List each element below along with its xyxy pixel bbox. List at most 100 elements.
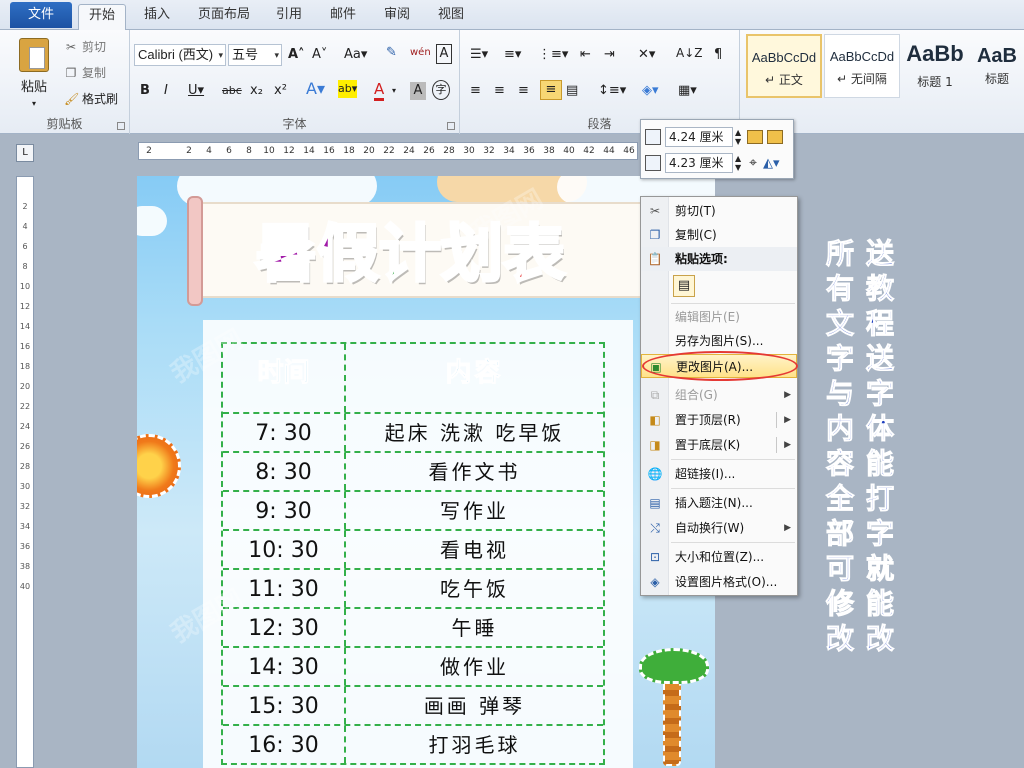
menu-item-cut[interactable]: ✂ 剪切(T) (641, 199, 797, 223)
menu-item-copy[interactable]: ❐ 复制(C) (641, 223, 797, 247)
format-painter-button[interactable]: 🖌 格式刷 (64, 90, 118, 107)
header-time[interactable]: 时间 (223, 344, 346, 412)
tab-page-layout[interactable]: 页面布局 (188, 4, 260, 30)
subscript-icon[interactable]: x₂ (250, 82, 263, 100)
multilevel-list-icon[interactable]: ⋮≡▾ (538, 46, 568, 64)
chevron-down-icon[interactable]: ▾ (392, 82, 396, 100)
change-case-icon[interactable]: Aa▾ (344, 46, 367, 64)
content-cell[interactable]: 打羽毛球 (346, 726, 603, 763)
tab-stop-selector[interactable]: L (16, 144, 34, 162)
tab-mailings[interactable]: 邮件 (320, 4, 366, 30)
numbering-icon[interactable]: ≡▾ (504, 46, 521, 64)
horizontal-ruler[interactable]: 2 2 4 6 8 10 12 14 16 18 20 22 24 26 28 30 32 34 36 38 40 42 4… (138, 142, 638, 160)
rotate-icon[interactable]: ◭▾ (763, 156, 780, 171)
page-title[interactable]: 暑假计划表 (253, 214, 566, 294)
tab-review[interactable]: 审阅 (374, 4, 420, 30)
content-cell[interactable]: 吃午饭 (346, 570, 603, 607)
paste-button[interactable]: 粘贴 ▾ (10, 36, 58, 108)
menu-item-save-as-picture[interactable]: 另存为图片(S)... (641, 329, 797, 353)
line-spacing-icon[interactable]: ↕≡▾ (598, 82, 626, 100)
underline-icon[interactable]: U▾ (188, 82, 204, 100)
crop-icon[interactable]: ⌖ (749, 155, 757, 171)
width-input[interactable]: 4.23 厘米 (665, 153, 733, 173)
send-backward-icon[interactable] (767, 130, 784, 144)
time-cell[interactable]: 8: 30 (223, 453, 346, 490)
char-border-icon[interactable]: A (436, 44, 452, 64)
menu-item-size-position[interactable]: ⊡ 大小和位置(Z)... (641, 545, 797, 569)
style-heading-1[interactable]: AaBb 标题 1 (902, 34, 968, 98)
increase-indent-icon[interactable]: ⇥ (604, 46, 615, 64)
clipboard-dialog-launcher-icon[interactable] (117, 122, 125, 130)
clear-format-icon[interactable]: ✎ (386, 44, 397, 62)
menu-item-bring-to-front[interactable]: ◧ 置于顶层(R) ▶ (641, 408, 797, 432)
width-spinner-icon[interactable]: ▲ ▼ (735, 154, 741, 172)
align-left-icon[interactable]: ≡ (470, 82, 481, 100)
menu-item-wrap-text[interactable]: ⤭ 自动换行(W) ▶ (641, 516, 797, 540)
highlight-icon[interactable]: ab▾ (338, 80, 358, 98)
menu-item-change-picture[interactable]: ▣ 更改图片(A)... (641, 354, 797, 378)
sort-icon[interactable]: A↓Z (676, 44, 702, 62)
shading-icon[interactable]: ◈▾ (642, 82, 659, 100)
show-marks-icon[interactable]: ¶ (714, 46, 722, 64)
style-no-spacing[interactable]: AaBbCcDd ↵ 无间隔 (824, 34, 900, 98)
submenu-arrow-icon[interactable]: ▶ (784, 433, 791, 457)
font-color-icon[interactable]: A (374, 80, 385, 101)
time-cell[interactable]: 7: 30 (223, 414, 346, 451)
time-cell[interactable]: 14: 30 (223, 648, 346, 685)
text-effects-icon[interactable]: A▾ (306, 80, 325, 98)
paste-option-keep-icon[interactable]: ▤ (673, 275, 695, 297)
content-cell[interactable]: 起床 洗漱 吃早饭 (346, 414, 603, 451)
content-cell[interactable]: 写作业 (346, 492, 603, 529)
header-content[interactable]: 内容 (346, 344, 603, 412)
schedule-table[interactable]: 时间 内容 7: 30 起床 洗漱 吃早饭 8: 30 看作文书 9: 30 写作业 10:… (221, 342, 605, 765)
distributed-icon[interactable]: ▤ (566, 82, 578, 100)
grow-font-icon[interactable]: A˄ (288, 46, 305, 64)
paste-dropdown-icon[interactable]: ▾ (32, 99, 36, 108)
chinese-layout-icon[interactable]: ✕▾ (638, 46, 655, 64)
content-cell[interactable]: 看作文书 (346, 453, 603, 490)
copy-button[interactable]: ❐ 复制 (64, 64, 106, 81)
menu-item-send-to-back[interactable]: ◨ 置于底层(K) ▶ (641, 433, 797, 457)
menu-item-format-picture[interactable]: ◈ 设置图片格式(O)... (641, 570, 797, 594)
submenu-arrow-icon[interactable]: ▶ (784, 408, 791, 432)
align-center-icon[interactable]: ≡ (494, 82, 505, 100)
borders-icon[interactable]: ▦▾ (678, 82, 697, 100)
style-title[interactable]: AaB 标题 (970, 34, 1024, 98)
char-shading-icon[interactable]: A (410, 82, 426, 100)
menu-item-hyperlink[interactable]: 🌐 超链接(I)... (641, 462, 797, 486)
vertical-ruler[interactable]: 2 4 6 8 10 12 14 16 18 20 22 24 26 28 30 32 34 36 38 40 (16, 176, 34, 768)
font-size-box[interactable]: 五号 ▾ (228, 44, 282, 66)
time-cell[interactable]: 16: 30 (223, 726, 346, 763)
superscript-icon[interactable]: x² (274, 82, 287, 100)
height-input[interactable]: 4.24 厘米 (665, 127, 733, 147)
decrease-indent-icon[interactable]: ⇤ (580, 46, 591, 64)
enclose-char-icon[interactable]: 字 (432, 80, 450, 100)
phonetic-guide-icon[interactable]: wén (410, 44, 431, 62)
time-cell[interactable]: 10: 30 (223, 531, 346, 568)
tab-view[interactable]: 视图 (428, 4, 474, 30)
time-cell[interactable]: 11: 30 (223, 570, 346, 607)
tab-references[interactable]: 引用 (266, 4, 312, 30)
time-cell[interactable]: 15: 30 (223, 687, 346, 724)
shrink-font-icon[interactable]: A˅ (312, 46, 327, 64)
content-cell[interactable]: 画画 弹琴 (346, 687, 603, 724)
time-cell[interactable]: 9: 30 (223, 492, 346, 529)
menu-item-insert-caption[interactable]: ▤ 插入题注(N)... (641, 491, 797, 515)
content-cell[interactable]: 看电视 (346, 531, 603, 568)
content-cell[interactable]: 午睡 (346, 609, 603, 646)
align-right-icon[interactable]: ≡ (518, 82, 529, 100)
strikethrough-icon[interactable]: abc (222, 82, 242, 100)
bring-forward-icon[interactable] (747, 130, 764, 144)
height-spinner-icon[interactable]: ▲ ▼ (735, 128, 741, 146)
justify-icon[interactable]: ≡ (540, 80, 562, 100)
tab-insert[interactable]: 插入 (134, 4, 180, 30)
tab-home[interactable]: 开始 (78, 4, 127, 30)
bullets-icon[interactable]: ☰▾ (470, 46, 488, 64)
style-normal[interactable]: AaBbCcDd ↵ 正文 (746, 34, 822, 98)
time-cell[interactable]: 12: 30 (223, 609, 346, 646)
bold-icon[interactable]: B (140, 82, 150, 100)
content-cell[interactable]: 做作业 (346, 648, 603, 685)
cut-button[interactable]: ✂ 剪切 (64, 38, 106, 55)
tab-file[interactable]: 文件 (10, 2, 72, 28)
font-name-box[interactable]: Calibri (西文) ▾ (134, 44, 226, 66)
